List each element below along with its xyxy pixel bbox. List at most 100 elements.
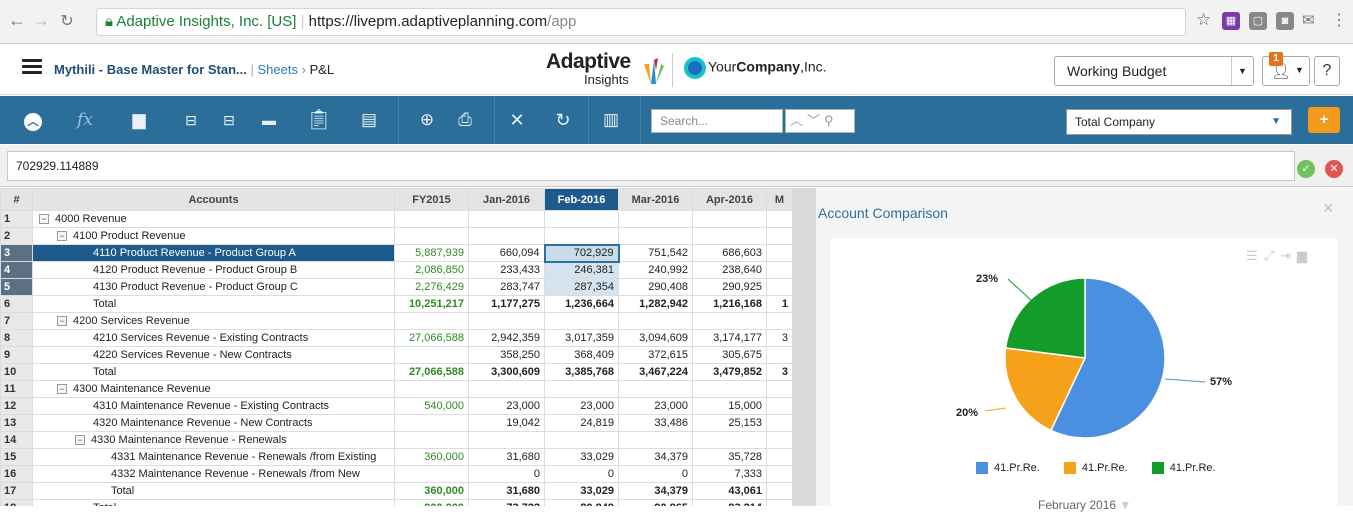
refresh-icon[interactable]: ↻ xyxy=(540,96,586,144)
value-cell[interactable]: 1,216,168 xyxy=(692,295,767,313)
row-number[interactable]: 6 xyxy=(0,295,33,313)
star-icon[interactable]: ☆ xyxy=(1196,10,1211,30)
table-row[interactable]: 9 4220 Services Revenue - New Contracts 35… xyxy=(0,346,793,364)
row-number[interactable]: 18 xyxy=(0,499,33,506)
row-number[interactable]: 12 xyxy=(0,397,33,415)
account-cell[interactable]: −4200 Services Revenue xyxy=(32,312,395,330)
value-cell[interactable]: 3,300,609 xyxy=(468,363,545,381)
value-cell[interactable]: 3,094,609 xyxy=(618,329,693,347)
confirm-icon[interactable]: ✓ xyxy=(1297,160,1315,178)
value-cell[interactable]: 90,865 xyxy=(618,499,693,506)
value-cell[interactable]: 751,542 xyxy=(618,244,693,262)
table-row[interactable]: 15 4331 Maintenance Revenue - Renewals /f… xyxy=(0,448,793,466)
row-number[interactable]: 9 xyxy=(0,346,33,364)
value-cell[interactable] xyxy=(766,465,793,483)
value-cell[interactable] xyxy=(766,210,793,228)
value-cell[interactable]: 240,992 xyxy=(618,261,693,279)
value-cell[interactable]: 246,381 xyxy=(544,261,619,279)
value-cell[interactable]: 360,000 xyxy=(394,448,469,466)
collapse-toggle-icon[interactable]: − xyxy=(39,214,49,225)
value-cell[interactable] xyxy=(468,380,545,398)
help-button[interactable]: ? xyxy=(1314,56,1340,86)
value-cell[interactable]: 19,042 xyxy=(468,414,545,432)
value-cell[interactable]: 23,000 xyxy=(618,397,693,415)
row-number[interactable]: 17 xyxy=(0,482,33,500)
account-cell[interactable]: 4130 Product Revenue - Product Group C xyxy=(32,278,395,296)
value-cell[interactable] xyxy=(618,380,693,398)
search-icon[interactable]: ⚲ xyxy=(824,113,838,128)
table-row[interactable]: 18 Total 900,000 73,722 80,849 90,865 83,214 xyxy=(0,499,793,506)
value-cell[interactable]: 35,728 xyxy=(692,448,767,466)
value-cell[interactable] xyxy=(468,431,545,449)
formula-icon[interactable]: fx xyxy=(62,96,108,144)
value-cell[interactable]: 3,174,177 xyxy=(692,329,767,347)
column-header[interactable]: Accounts xyxy=(32,188,395,211)
legend-item[interactable]: 41.Pr.Re. xyxy=(1063,462,1128,475)
account-cell[interactable]: −4300 Maintenance Revenue xyxy=(32,380,395,398)
value-cell[interactable] xyxy=(692,431,767,449)
value-cell[interactable]: 7,333 xyxy=(692,465,767,483)
value-cell[interactable] xyxy=(394,431,469,449)
value-cell[interactable] xyxy=(766,448,793,466)
value-cell[interactable] xyxy=(394,465,469,483)
value-cell[interactable]: 83,214 xyxy=(692,499,767,506)
row-number[interactable]: 14 xyxy=(0,431,33,449)
value-cell[interactable]: 33,486 xyxy=(618,414,693,432)
collapse-toggle-icon[interactable]: − xyxy=(57,316,67,327)
account-cell[interactable]: Total xyxy=(32,499,395,506)
row-number[interactable]: 1 xyxy=(0,210,33,228)
collapse-toggle-icon[interactable]: − xyxy=(75,435,85,446)
legend-item[interactable]: 41.Pr.Re. xyxy=(976,462,1040,475)
table-row[interactable]: 5 4130 Product Revenue - Product Group C 2… xyxy=(0,278,793,296)
save-icon[interactable]: ▆ xyxy=(116,96,162,144)
chevron-up-icon[interactable]: ︿ xyxy=(790,113,807,128)
value-cell[interactable]: 3,385,768 xyxy=(544,363,619,381)
value-cell[interactable] xyxy=(692,210,767,228)
value-cell[interactable]: 540,000 xyxy=(394,397,469,415)
value-cell[interactable] xyxy=(692,380,767,398)
value-cell[interactable]: 27,066,588 xyxy=(394,329,469,347)
row-number[interactable]: 13 xyxy=(0,414,33,432)
chevron-down-icon[interactable]: ﹀ xyxy=(807,113,824,128)
search-controls[interactable]: ︿﹀⚲ xyxy=(785,109,855,133)
value-cell[interactable]: 3,467,224 xyxy=(618,363,693,381)
row-number[interactable]: 15 xyxy=(0,448,33,466)
extension-icon[interactable]: ▦ xyxy=(1222,12,1240,30)
value-cell[interactable]: 660,094 xyxy=(468,244,545,262)
notification-badge[interactable]: 1 xyxy=(1269,52,1283,66)
table-row[interactable]: 6 Total 10,251,217 1,177,275 1,236,664 1,282,… xyxy=(0,295,793,313)
value-cell[interactable]: 3 xyxy=(766,363,793,381)
value-cell[interactable] xyxy=(766,312,793,330)
value-cell[interactable]: 2,276,429 xyxy=(394,278,469,296)
cancel-icon[interactable]: ✕ xyxy=(494,96,540,144)
value-cell[interactable] xyxy=(692,312,767,330)
account-cell[interactable]: Total xyxy=(32,482,395,500)
value-cell[interactable]: 73,722 xyxy=(468,499,545,506)
menu-dots-icon[interactable]: ⋮ xyxy=(1331,10,1347,30)
account-cell[interactable]: 4120 Product Revenue - Product Group B xyxy=(32,261,395,279)
table-row[interactable]: 10 Total 27,066,588 3,300,609 3,385,768 3,467… xyxy=(0,363,793,381)
value-cell[interactable]: 3,017,359 xyxy=(544,329,619,347)
value-cell[interactable] xyxy=(766,414,793,432)
extension-icon[interactable]: ▢ xyxy=(1249,12,1267,30)
value-cell[interactable]: 5,887,939 xyxy=(394,244,469,262)
table-row[interactable]: 11 −4300 Maintenance Revenue xyxy=(0,380,793,398)
value-cell[interactable]: 0 xyxy=(618,465,693,483)
grid-scrollbar[interactable] xyxy=(792,188,816,506)
value-cell[interactable]: 3,479,852 xyxy=(692,363,767,381)
account-cell[interactable]: 4331 Maintenance Revenue - Renewals /fro… xyxy=(32,448,395,466)
account-cell[interactable]: −4330 Maintenance Revenue - Renewals xyxy=(32,431,395,449)
value-cell[interactable] xyxy=(544,210,619,228)
value-cell[interactable] xyxy=(766,278,793,296)
hamburger-icon[interactable] xyxy=(22,59,42,75)
paste-icon[interactable]: 📋︎ xyxy=(296,96,342,144)
value-cell[interactable]: 3 xyxy=(766,329,793,347)
url-bar[interactable]: 🔒︎ Adaptive Insights, Inc. [US] | https:… xyxy=(96,8,1186,36)
collapse-icon[interactable]: ︿ xyxy=(10,96,56,144)
row-number[interactable]: 7 xyxy=(0,312,33,330)
close-icon[interactable]: × xyxy=(1323,198,1334,219)
chart-icon[interactable]: ▥ xyxy=(588,96,634,144)
column-header[interactable]: Jan-2016 xyxy=(468,188,545,211)
account-cell[interactable]: −4100 Product Revenue xyxy=(32,227,395,245)
account-cell[interactable]: Total xyxy=(32,295,395,313)
